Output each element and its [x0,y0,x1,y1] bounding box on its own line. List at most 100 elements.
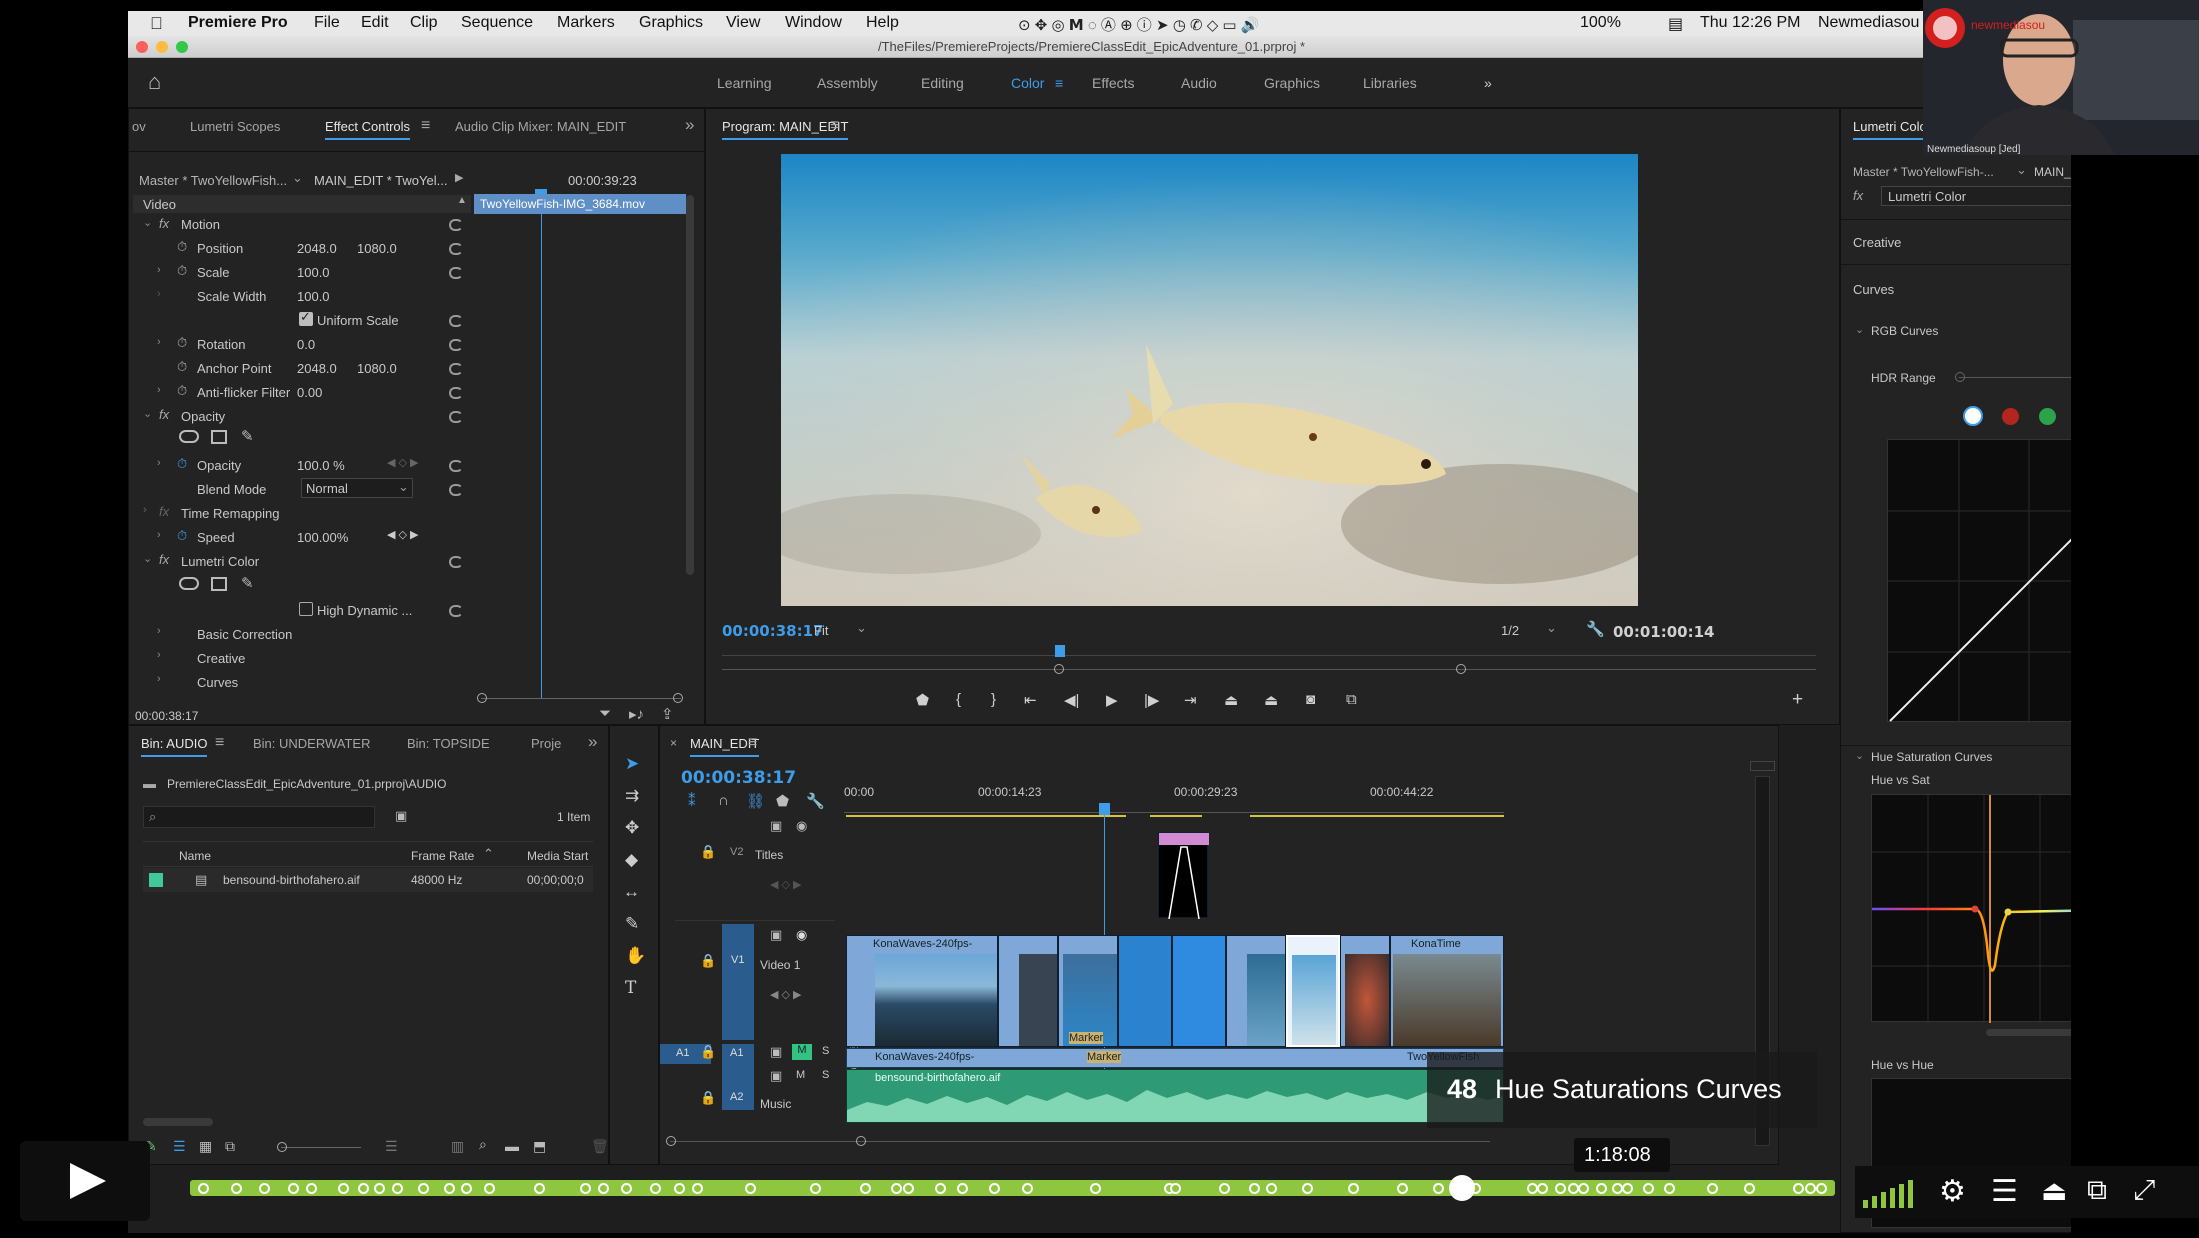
chapter-marker[interactable] [357,1183,369,1194]
chapter-marker[interactable] [744,1183,756,1194]
step-back-icon[interactable]: ◀| [1064,691,1079,709]
sort-icon[interactable]: ☰ [385,1138,398,1155]
luma-channel-button[interactable] [1963,406,1983,426]
keyframe-nav-icon[interactable]: ◀ ◇ ▶ [387,528,419,541]
reset-icon[interactable] [449,460,463,472]
picture-in-picture-icon[interactable]: ⧉ [2087,1174,2107,1207]
new-folder-icon[interactable]: ▬ [505,1138,519,1154]
col-frame-rate[interactable]: Frame Rate [411,849,474,863]
chevron-right-icon[interactable]: › [157,384,161,396]
chapter-marker[interactable] [1170,1183,1182,1194]
linked-selection-icon[interactable]: ⛓ [746,792,765,810]
solo-button[interactable]: S [822,1069,829,1081]
bin-scrollbar[interactable] [143,1118,213,1126]
a1-track-clips[interactable]: KonaWaves-240fps- Marker TwoYellowFish [846,1048,1504,1068]
chapter-marker[interactable] [902,1183,914,1194]
more-workspaces-icon[interactable]: » [1484,75,1492,91]
wrench-icon[interactable]: 🔧 [806,792,825,810]
menu-sequence[interactable]: Sequence [461,14,533,32]
source-dropdown-icon[interactable]: ⌄ [292,170,303,186]
track-select-icon[interactable]: ⇉ [625,786,639,806]
clip-marker[interactable]: Marker [1087,1051,1122,1063]
slip-tool-icon[interactable]: ↔ [623,882,640,902]
high-dynamic-checkbox[interactable] [299,602,313,616]
camera-icon[interactable]: ◙ [1306,691,1315,708]
keyframe-nav-icon[interactable]: ◀ ◇ ▶ [770,878,802,891]
panel-menu-icon[interactable]: ≡ [830,117,839,135]
chevron-right-icon[interactable]: › [157,673,161,685]
chapter-marker[interactable] [534,1183,546,1194]
workspace-learning[interactable]: Learning [717,75,772,91]
more-tabs-icon[interactable]: » [685,115,694,135]
chapter-marker[interactable] [1396,1183,1408,1194]
chapter-marker[interactable] [674,1183,686,1194]
chevron-down-icon[interactable]: ⌄ [143,216,152,229]
chevron-right-icon[interactable]: › [157,336,161,348]
panel-menu-icon[interactable]: ≡ [748,734,757,752]
chapter-marker[interactable] [444,1183,456,1194]
chapter-marker[interactable] [338,1183,350,1194]
tab-bin-audio[interactable]: Bin: AUDIO [141,736,208,757]
effect-seq[interactable]: MAIN_EDIT * TwoYel... [314,173,447,188]
list-view-icon[interactable]: ☰ [173,1138,186,1155]
scrub-handle[interactable] [1448,1175,1475,1201]
new-item-icon[interactable]: ⬒ [533,1138,546,1155]
chapter-marker[interactable] [287,1183,299,1194]
zoom-handle-right[interactable] [856,1136,866,1146]
pen-mask-icon[interactable]: ✎ [241,427,254,445]
tab-audio-clip-mixer[interactable]: Audio Clip Mixer: MAIN_EDIT [455,119,626,134]
toggle-sync-icon[interactable]: ▣ [770,1068,782,1084]
chapter-marker[interactable] [1348,1183,1359,1194]
rectangle-mask-icon[interactable] [211,430,227,444]
nest-icon[interactable]: ⁑ [688,792,696,810]
go-to-out-icon[interactable]: ⇥ [1184,691,1197,709]
chapter-marker[interactable] [1793,1183,1805,1194]
zoom-handle-left[interactable] [477,693,487,703]
chapter-marker[interactable] [1595,1183,1607,1194]
hand-tool-icon[interactable]: ✋ [625,946,646,966]
tab-ov[interactable]: ov [132,119,146,134]
menu-help[interactable]: Help [866,14,899,32]
clip-konatime[interactable]: KonaTime [1390,935,1504,1047]
stopwatch-icon[interactable]: ⏱ [177,456,187,472]
hdr-slider-handle[interactable] [1955,372,1965,382]
apple-icon[interactable]:  [150,14,163,34]
menu-view[interactable]: View [726,14,760,32]
workspace-color[interactable]: Color [1011,75,1044,91]
lumetri-source[interactable]: Master * TwoYellowFish-... [1853,165,1994,179]
chapter-marker[interactable] [418,1183,430,1194]
chapter-marker[interactable] [1744,1183,1756,1194]
basic-correction-label[interactable]: Basic Correction [197,627,292,642]
chapters-list-icon[interactable]: ☰ [1991,1174,2018,1209]
chapter-marker[interactable] [597,1183,609,1194]
chapter-marker[interactable] [620,1183,632,1194]
collapse-icon[interactable]: ▲ [457,195,467,206]
extract-icon[interactable]: ⏏ [1264,691,1278,709]
app-name[interactable]: Premiere Pro [188,14,288,32]
menu-edit[interactable]: Edit [361,14,389,32]
chevron-down-icon[interactable]: ⌄ [2016,162,2027,178]
timeline-timecode[interactable]: 00:00:38:17 [681,768,796,788]
chapter-marker[interactable] [460,1183,472,1194]
speed-value[interactable]: 100.00% [297,530,348,545]
step-forward-icon[interactable]: |▶ [1144,691,1159,709]
minimize-window-button[interactable] [156,41,168,53]
position-y[interactable]: 1080.0 [357,241,397,256]
chapter-marker[interactable] [1021,1183,1033,1194]
effect-source[interactable]: Master * TwoYellowFish... [139,173,287,188]
effect-clip-bar[interactable]: TwoYellowFish-IMG_3684.mov [480,197,645,211]
trash-icon[interactable]: 🗑 [591,1138,608,1155]
fullscreen-icon[interactable]: ⤢ [2133,1174,2155,1207]
lock-icon[interactable]: 🔒 [700,1090,716,1106]
clip-konawaves[interactable]: KonaWaves-240fps- [846,935,998,1047]
chapter-marker[interactable] [230,1183,242,1194]
clip-marker[interactable]: Marker [1069,1032,1104,1044]
lumetri-creative[interactable]: Creative [1853,235,1901,250]
find-icon[interactable]: ⌕ [479,1136,487,1153]
reset-icon[interactable] [449,267,463,279]
stopwatch-icon[interactable]: ⏱ [177,335,187,351]
program-playhead[interactable] [1055,645,1065,657]
chevron-right-icon[interactable]: › [143,504,147,516]
clip-underwater[interactable]: Marker [1058,935,1118,1047]
sort-asc-icon[interactable]: ⌃ [483,846,494,862]
